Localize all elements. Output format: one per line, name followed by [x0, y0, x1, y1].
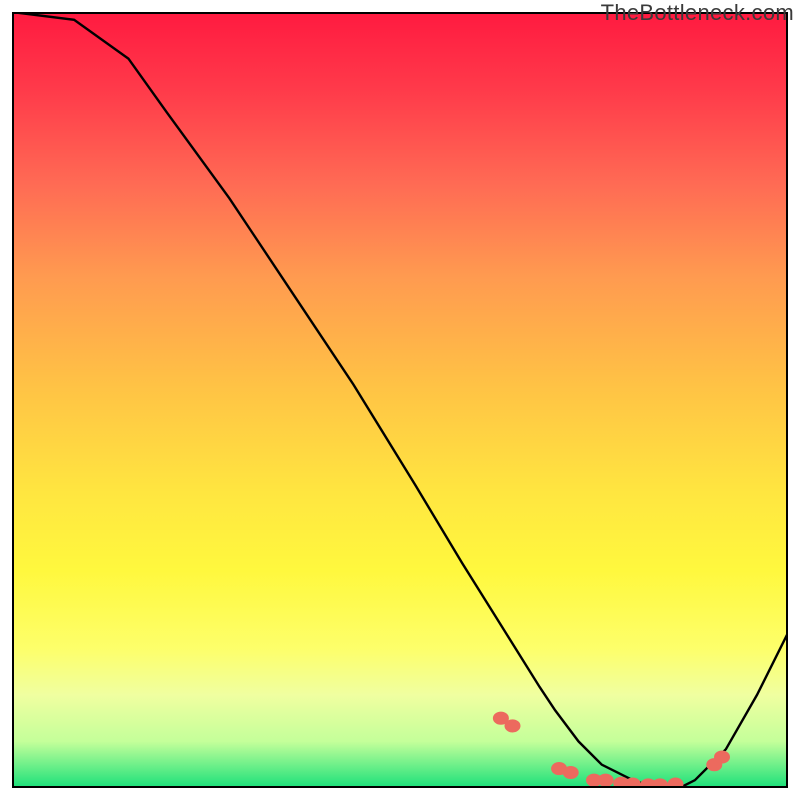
marker-dot [563, 766, 579, 779]
watermark-text: TheBottleneck.com [601, 0, 794, 26]
axis-bottom [12, 786, 788, 788]
chart-svg [12, 12, 788, 788]
marker-dot [598, 774, 614, 787]
marker-group [493, 712, 730, 788]
plot-area [12, 12, 788, 788]
chart-container: TheBottleneck.com [0, 0, 800, 800]
curve-line [12, 12, 788, 788]
marker-dot [505, 719, 521, 732]
marker-dot [714, 750, 730, 763]
axis-right [786, 12, 788, 788]
axis-left [12, 12, 14, 788]
